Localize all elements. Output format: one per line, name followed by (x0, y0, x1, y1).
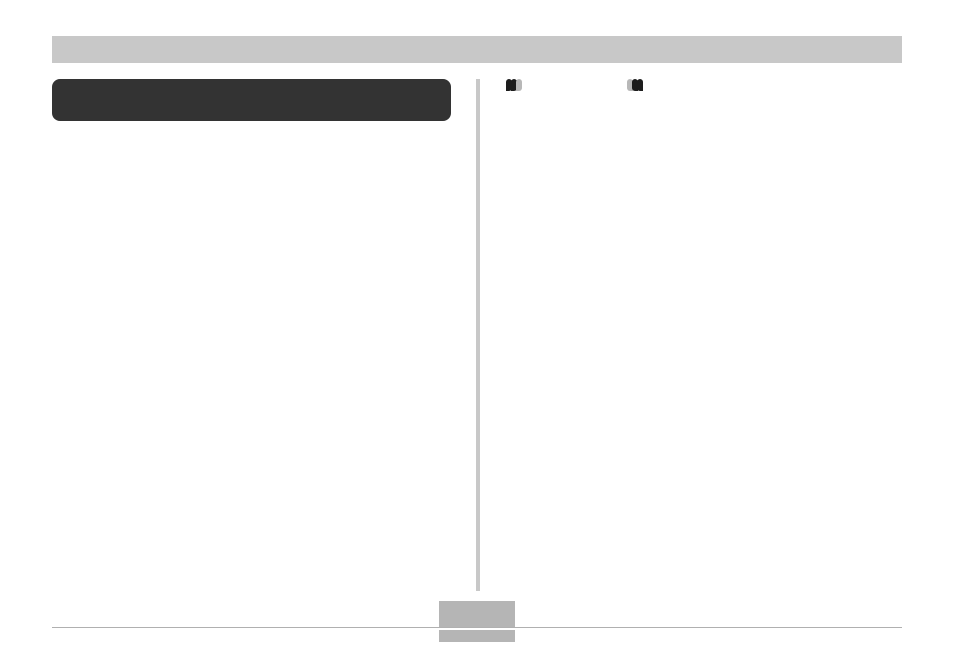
quote-left-icon (627, 79, 642, 93)
footer-block-upper (439, 601, 515, 627)
quote-right-icon (506, 79, 521, 93)
header-bar (52, 36, 902, 63)
footer-block-lower (439, 630, 515, 642)
footer-rule (52, 627, 902, 628)
title-pill (52, 79, 451, 121)
column-divider (476, 79, 480, 591)
document-page (0, 0, 954, 646)
